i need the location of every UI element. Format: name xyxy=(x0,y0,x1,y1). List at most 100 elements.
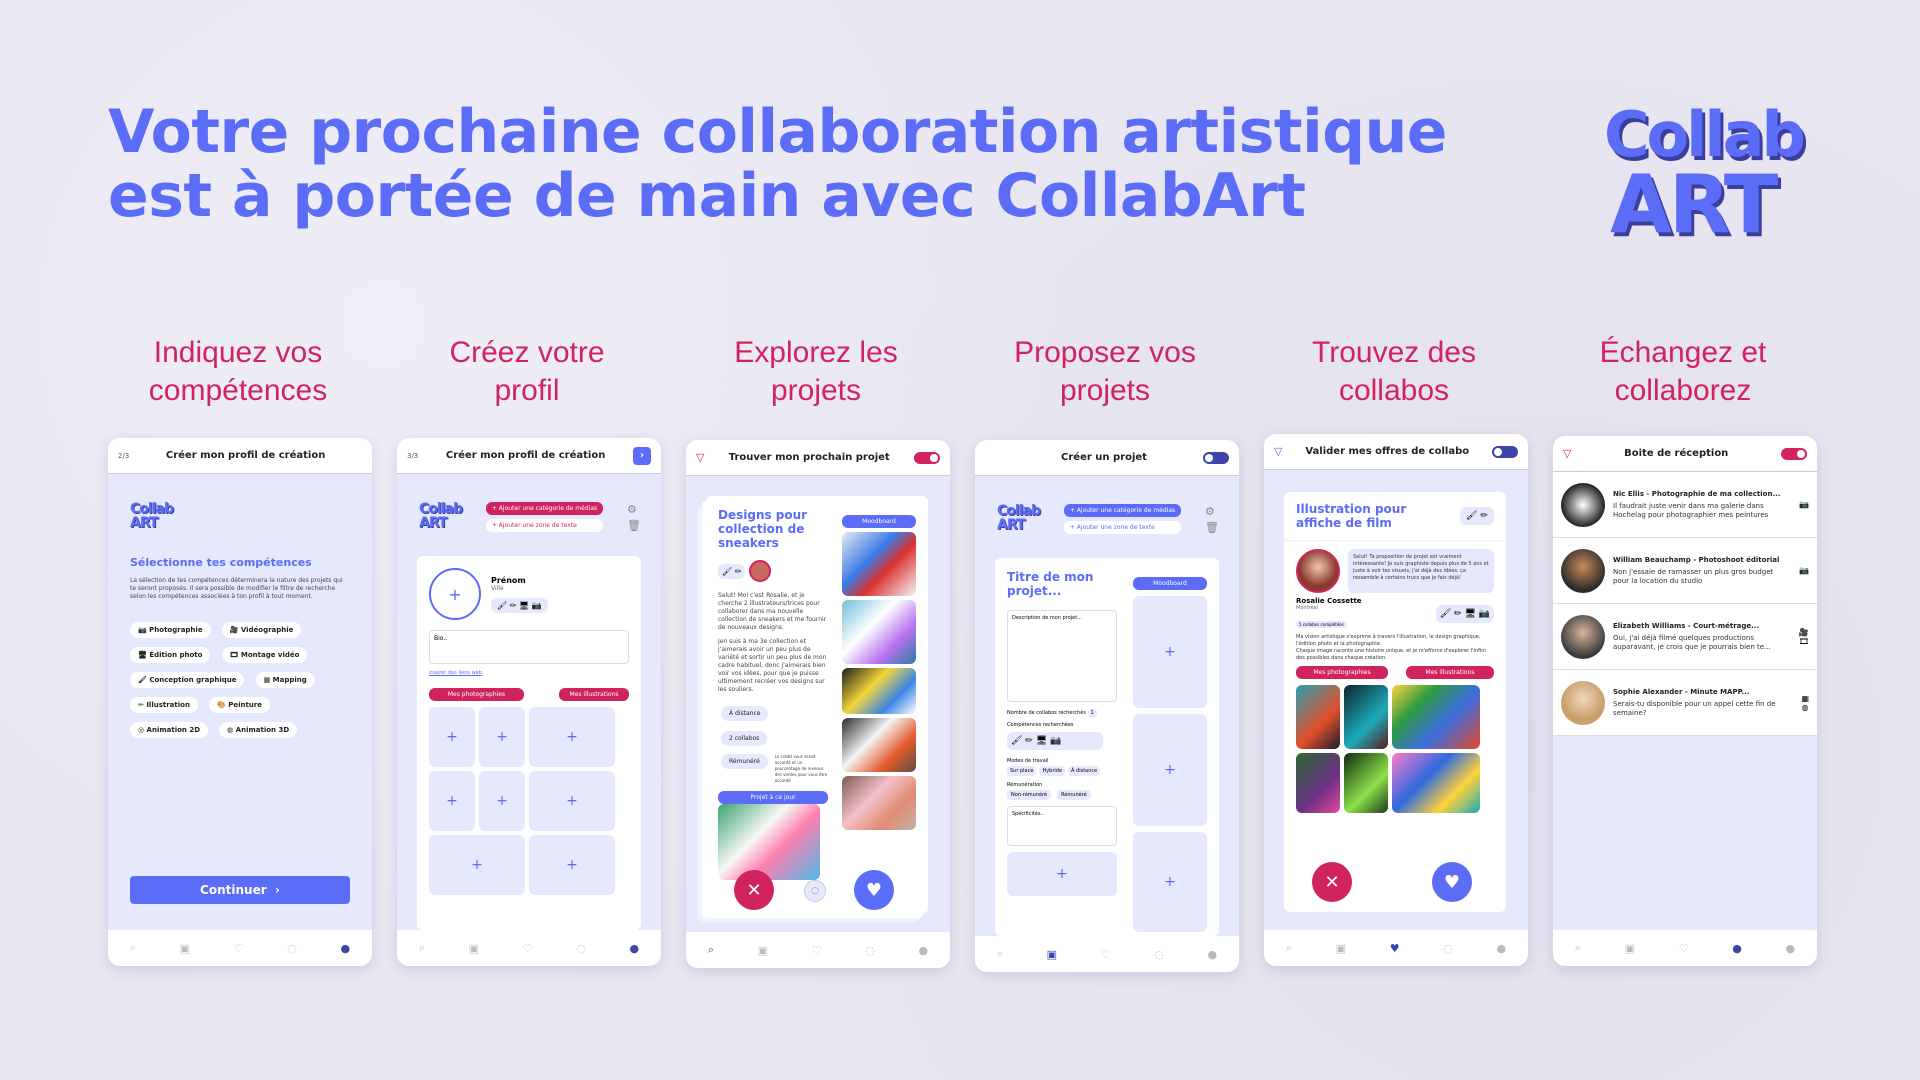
profile-icon[interactable]: ● xyxy=(919,944,929,957)
search-icon[interactable]: ⌕ xyxy=(1575,941,1581,955)
folder-icon[interactable]: ▣ xyxy=(1047,948,1057,961)
folder-icon[interactable]: ▣ xyxy=(180,942,190,955)
search-icon[interactable]: ⌕ xyxy=(1286,941,1292,955)
bottom-nav: ⌕ ▣ ♡ ◌ ● xyxy=(686,932,950,968)
profile-icon[interactable]: ● xyxy=(1208,948,1218,961)
folder-icon[interactable]: ▣ xyxy=(758,944,768,957)
chat-icon[interactable]: ◌ xyxy=(287,942,297,955)
add-media-slot[interactable]: + xyxy=(479,771,525,831)
chat-icon[interactable]: ◌ xyxy=(865,944,875,957)
heart-icon[interactable]: ♥ xyxy=(1390,942,1400,955)
add-text-button[interactable]: + Ajouter une zone de texte xyxy=(485,519,604,532)
search-icon[interactable]: ⌕ xyxy=(130,941,136,955)
skill-tag[interactable]: ▦ Mapping xyxy=(255,672,315,688)
mode-toggle[interactable] xyxy=(914,451,940,464)
add-media-slot[interactable]: + xyxy=(1133,832,1207,932)
chat-icon[interactable]: ◌ xyxy=(1154,948,1164,961)
chat-icon[interactable]: ◌ xyxy=(1443,942,1453,955)
specs-field[interactable]: Spécificités.. xyxy=(1007,806,1117,846)
avatar[interactable] xyxy=(749,560,772,582)
skill-tag[interactable]: 🎥 Vidéographie xyxy=(221,622,302,638)
add-text-button[interactable]: + Ajouter une zone de texte xyxy=(1063,521,1182,534)
folder-icon[interactable]: ▣ xyxy=(1336,942,1346,955)
project-form: Titre de mon projet... Description de mo… xyxy=(995,558,1219,936)
collab-count[interactable]: 1 xyxy=(1087,709,1097,717)
heart-icon[interactable]: ♡ xyxy=(812,944,822,957)
add-media-slot[interactable]: + xyxy=(1007,852,1117,896)
skill-tag[interactable]: ◎ Animation 2D xyxy=(130,722,209,738)
profile-icon[interactable]: ● xyxy=(341,942,351,955)
skill-tag[interactable]: ✏ Illustration xyxy=(130,697,198,713)
add-media-slot[interactable]: + xyxy=(529,835,615,895)
mode-toggle[interactable] xyxy=(1203,451,1229,464)
reject-button[interactable]: ✕ xyxy=(1312,862,1352,902)
next-button[interactable]: › xyxy=(633,446,651,465)
list-item[interactable]: Elizabeth Williams - Court-métrage... Ou… xyxy=(1553,604,1817,670)
like-button[interactable]: ♥ xyxy=(854,870,894,910)
project-title-input[interactable]: Titre de mon projet... xyxy=(1007,570,1117,598)
mode-option[interactable]: Sur place xyxy=(1007,766,1037,776)
like-button[interactable]: ♥ xyxy=(1432,862,1472,902)
trash-icon[interactable]: 🗑 xyxy=(1205,520,1219,536)
mode-option[interactable]: Hybride xyxy=(1039,766,1066,776)
skill-tag[interactable]: 📷 Photographie xyxy=(130,622,211,638)
skill-tag[interactable]: ◍ Animation 3D xyxy=(219,722,298,738)
mode-toggle[interactable] xyxy=(1492,445,1518,458)
camera-icon: 📷 xyxy=(1799,500,1809,509)
trash-icon[interactable]: 🗑 xyxy=(627,518,641,534)
heart-icon[interactable]: ♡ xyxy=(1101,948,1111,961)
search-icon[interactable]: ⌕ xyxy=(708,943,714,957)
folder-icon[interactable]: ▣ xyxy=(469,942,479,955)
skill-icons[interactable]: 🖌 ✏ 🖥 📷 xyxy=(1007,732,1103,750)
skill-tag[interactable]: 🖌 Conception graphique xyxy=(130,672,245,688)
heart-icon[interactable]: ♡ xyxy=(523,942,533,955)
list-item[interactable]: Sophie Alexander - Minute MAPP... Serais… xyxy=(1553,670,1817,736)
settings-icon[interactable]: ⚙ xyxy=(627,502,641,518)
filter-icon[interactable]: ▽ xyxy=(1563,447,1571,460)
folder-icon[interactable]: ▣ xyxy=(1625,942,1635,955)
add-media-slot[interactable]: + xyxy=(429,707,475,767)
add-media-slot[interactable]: + xyxy=(479,707,525,767)
pay-option[interactable]: Rémunéré xyxy=(1057,790,1091,800)
tab-photographies[interactable]: Mes photographies xyxy=(429,688,524,701)
list-item[interactable]: William Beauchamp - Photoshoot éditorial… xyxy=(1553,538,1817,604)
pay-option[interactable]: Non-rémunéré xyxy=(1007,790,1052,800)
filter-icon[interactable]: ▽ xyxy=(1274,445,1282,458)
search-icon[interactable]: ⌕ xyxy=(419,941,425,955)
skill-tag[interactable]: 🖥 Édition photo xyxy=(130,647,211,663)
mode-toggle[interactable] xyxy=(1781,447,1807,460)
add-media-slot[interactable]: + xyxy=(1133,714,1207,826)
add-photo-button[interactable]: + xyxy=(429,568,481,620)
add-media-slot[interactable]: + xyxy=(1133,596,1207,708)
tab-illustrations[interactable]: Mes illustrations xyxy=(1406,666,1494,679)
profile-icon[interactable]: ● xyxy=(1786,942,1796,955)
reject-button[interactable]: ✕ xyxy=(734,870,774,910)
add-media-button[interactable]: + Ajouter une catégorie de médias xyxy=(485,502,604,515)
filter-icon[interactable]: ▽ xyxy=(696,451,704,464)
add-media-slot[interactable]: + xyxy=(529,707,615,767)
web-links[interactable]: insérer des liens web xyxy=(429,670,629,676)
tab-illustrations[interactable]: Mes illustrations xyxy=(559,688,629,701)
description-field[interactable]: Description de mon projet... xyxy=(1007,610,1117,702)
skill-tag[interactable]: 🎞 Montage vidéo xyxy=(221,647,308,663)
list-item[interactable]: Nic Ellis - Photographie de ma collectio… xyxy=(1553,472,1817,538)
heart-icon[interactable]: ♡ xyxy=(234,942,244,955)
profile-icon[interactable]: ● xyxy=(1497,942,1507,955)
add-media-button[interactable]: + Ajouter une catégorie de médias xyxy=(1063,504,1182,517)
add-media-slot[interactable]: + xyxy=(429,771,475,831)
continue-button[interactable]: Continuer › xyxy=(130,876,350,904)
bio-field[interactable]: Bio.. xyxy=(429,630,629,664)
skill-tag[interactable]: 🎨 Peinture xyxy=(209,697,270,713)
heart-icon[interactable]: ♡ xyxy=(1679,942,1689,955)
search-icon[interactable]: ⌕ xyxy=(997,947,1003,961)
settings-icon[interactable]: ⚙ xyxy=(1205,504,1219,520)
mode-option[interactable]: À distance xyxy=(1068,766,1101,776)
add-media-slot[interactable]: + xyxy=(529,771,615,831)
tab-photographies[interactable]: Mes photographies xyxy=(1296,666,1388,679)
avatar[interactable] xyxy=(1296,549,1340,593)
add-media-slot[interactable]: + xyxy=(429,835,525,895)
chat-icon[interactable]: ◌ xyxy=(576,942,586,955)
chat-icon[interactable]: ● xyxy=(1732,942,1742,955)
chat-icon[interactable]: ◌ xyxy=(804,880,826,902)
profile-icon[interactable]: ● xyxy=(630,942,640,955)
